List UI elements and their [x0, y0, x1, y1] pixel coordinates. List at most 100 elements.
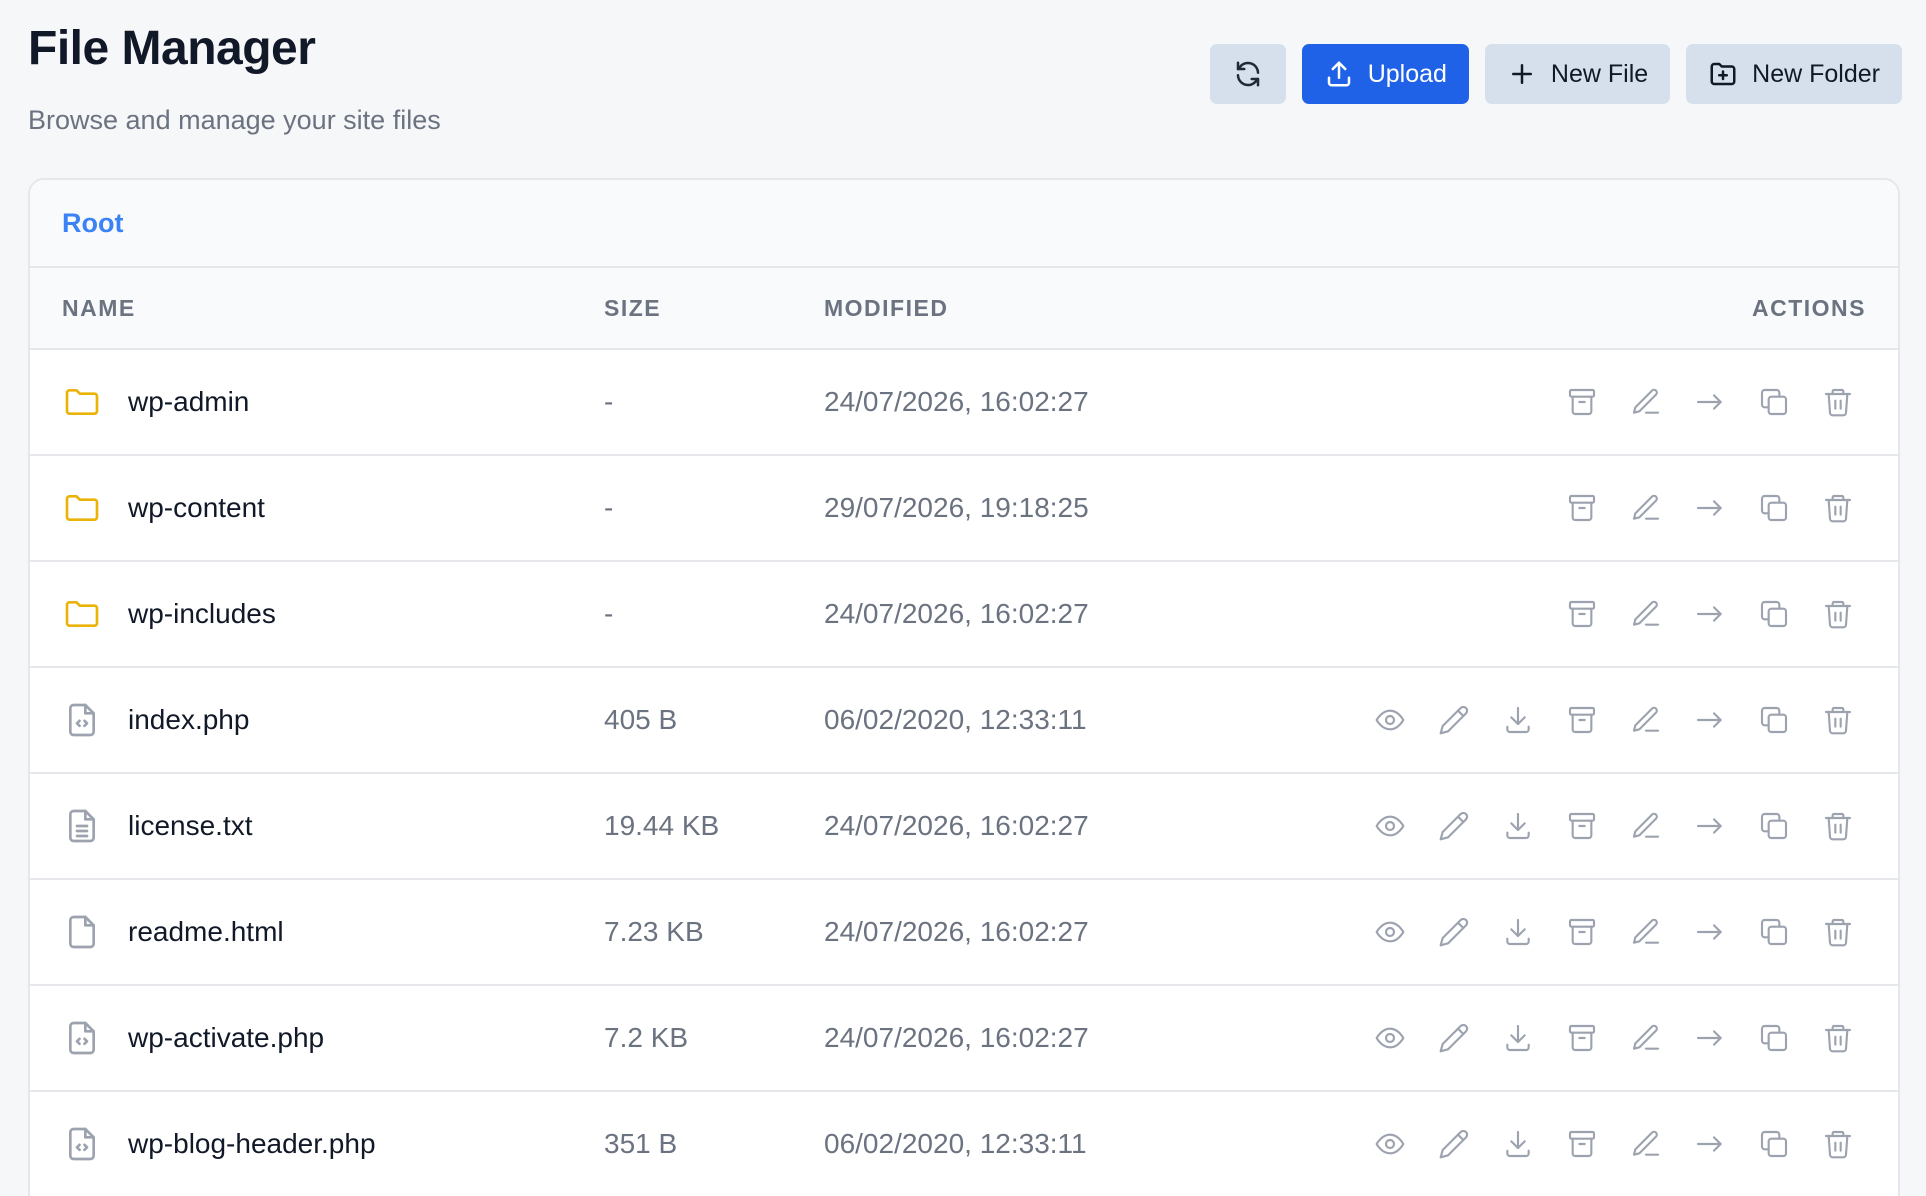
move-arrow-icon[interactable]: [1690, 382, 1730, 422]
file-name-cell[interactable]: index.php: [62, 700, 249, 740]
row-actions: [1562, 382, 1858, 422]
folder-plus-icon: [1710, 62, 1736, 86]
view-icon[interactable]: [1370, 1124, 1410, 1164]
row-actions: [1562, 594, 1858, 634]
rename-icon[interactable]: [1626, 1018, 1666, 1058]
code-file-icon: [62, 700, 102, 740]
file-name-cell[interactable]: wp-admin: [62, 382, 249, 422]
view-icon[interactable]: [1370, 912, 1410, 952]
table-row[interactable]: wp-content - 29/07/2026, 19:18:25: [30, 456, 1898, 562]
copy-icon[interactable]: [1754, 382, 1794, 422]
rename-icon[interactable]: [1626, 912, 1666, 952]
archive-icon[interactable]: [1562, 488, 1602, 528]
trash-icon[interactable]: [1818, 1124, 1858, 1164]
archive-icon[interactable]: [1562, 806, 1602, 846]
trash-icon[interactable]: [1818, 488, 1858, 528]
move-arrow-icon[interactable]: [1690, 806, 1730, 846]
new-folder-button[interactable]: New Folder: [1686, 44, 1902, 104]
table-row[interactable]: index.php 405 B 06/02/2020, 12:33:11: [30, 668, 1898, 774]
trash-icon[interactable]: [1818, 806, 1858, 846]
table-row[interactable]: wp-activate.php 7.2 KB 24/07/2026, 16:02…: [30, 986, 1898, 1092]
file-name-cell[interactable]: wp-content: [62, 488, 265, 528]
table-row[interactable]: wp-admin - 24/07/2026, 16:02:27: [30, 350, 1898, 456]
rename-icon[interactable]: [1626, 594, 1666, 634]
rename-icon[interactable]: [1626, 488, 1666, 528]
download-icon[interactable]: [1498, 700, 1538, 740]
file-size: -: [604, 386, 614, 417]
pencil-icon[interactable]: [1434, 912, 1474, 952]
file-name: readme.html: [128, 916, 284, 947]
copy-icon[interactable]: [1754, 1124, 1794, 1164]
trash-icon[interactable]: [1818, 1018, 1858, 1058]
new-file-button[interactable]: New File: [1484, 44, 1671, 104]
trash-icon[interactable]: [1818, 382, 1858, 422]
download-icon[interactable]: [1498, 912, 1538, 952]
column-header-actions: ACTIONS: [1752, 294, 1866, 321]
table-row[interactable]: wp-blog-header.php 351 B 06/02/2020, 12:…: [30, 1092, 1898, 1196]
archive-icon[interactable]: [1562, 1124, 1602, 1164]
move-arrow-icon[interactable]: [1690, 912, 1730, 952]
trash-icon[interactable]: [1818, 912, 1858, 952]
view-icon[interactable]: [1370, 806, 1410, 846]
file-name-cell[interactable]: wp-activate.php: [62, 1018, 324, 1058]
rename-icon[interactable]: [1626, 1124, 1666, 1164]
download-icon[interactable]: [1498, 1018, 1538, 1058]
copy-icon[interactable]: [1754, 912, 1794, 952]
copy-icon[interactable]: [1754, 806, 1794, 846]
upload-button[interactable]: Upload: [1301, 44, 1469, 104]
archive-icon[interactable]: [1562, 594, 1602, 634]
file-name-cell[interactable]: wp-blog-header.php: [62, 1124, 376, 1164]
column-header-name: NAME: [62, 294, 136, 321]
refresh-button[interactable]: [1209, 44, 1286, 104]
table-row[interactable]: readme.html 7.23 KB 24/07/2026, 16:02:27: [30, 880, 1898, 986]
rename-icon[interactable]: [1626, 806, 1666, 846]
pencil-icon[interactable]: [1434, 1018, 1474, 1058]
move-arrow-icon[interactable]: [1690, 1124, 1730, 1164]
copy-icon[interactable]: [1754, 1018, 1794, 1058]
download-icon[interactable]: [1498, 806, 1538, 846]
file-name: wp-blog-header.php: [128, 1128, 376, 1159]
pencil-icon[interactable]: [1434, 1124, 1474, 1164]
trash-icon[interactable]: [1818, 594, 1858, 634]
view-icon[interactable]: [1370, 1018, 1410, 1058]
archive-icon[interactable]: [1562, 912, 1602, 952]
row-actions: [1370, 1124, 1858, 1164]
file-modified: 06/02/2020, 12:33:11: [824, 1128, 1087, 1159]
archive-icon[interactable]: [1562, 1018, 1602, 1058]
archive-icon[interactable]: [1562, 382, 1602, 422]
copy-icon[interactable]: [1754, 700, 1794, 740]
move-arrow-icon[interactable]: [1690, 700, 1730, 740]
move-arrow-icon[interactable]: [1690, 1018, 1730, 1058]
view-icon[interactable]: [1370, 700, 1410, 740]
file-modified: 06/02/2020, 12:33:11: [824, 704, 1087, 735]
file-name-cell[interactable]: readme.html: [62, 912, 284, 952]
code-file-icon: [62, 1018, 102, 1058]
move-arrow-icon[interactable]: [1690, 488, 1730, 528]
text-file-icon: [62, 806, 102, 846]
file-name-cell[interactable]: wp-includes: [62, 594, 276, 634]
breadcrumb-root[interactable]: Root: [62, 208, 123, 239]
column-header-modified: MODIFIED: [824, 294, 949, 321]
file-size: 7.2 KB: [604, 1022, 689, 1053]
copy-icon[interactable]: [1754, 594, 1794, 634]
move-arrow-icon[interactable]: [1690, 594, 1730, 634]
pencil-icon[interactable]: [1434, 806, 1474, 846]
table-row[interactable]: wp-includes - 24/07/2026, 16:02:27: [30, 562, 1898, 668]
page-header: File Manager Browse and manage your site…: [28, 18, 441, 136]
file-icon: [62, 912, 102, 952]
row-actions: [1562, 488, 1858, 528]
file-name-cell[interactable]: license.txt: [62, 806, 253, 846]
new-folder-button-label: New Folder: [1752, 59, 1880, 88]
rename-icon[interactable]: [1626, 700, 1666, 740]
file-modified: 24/07/2026, 16:02:27: [824, 386, 1089, 417]
copy-icon[interactable]: [1754, 488, 1794, 528]
page-title: File Manager: [28, 22, 316, 75]
archive-icon[interactable]: [1562, 700, 1602, 740]
file-name: wp-admin: [128, 386, 250, 417]
table-row[interactable]: license.txt 19.44 KB 24/07/2026, 16:02:2…: [30, 774, 1898, 880]
trash-icon[interactable]: [1818, 700, 1858, 740]
download-icon[interactable]: [1498, 1124, 1538, 1164]
file-size: 19.44 KB: [604, 810, 720, 841]
rename-icon[interactable]: [1626, 382, 1666, 422]
pencil-icon[interactable]: [1434, 700, 1474, 740]
